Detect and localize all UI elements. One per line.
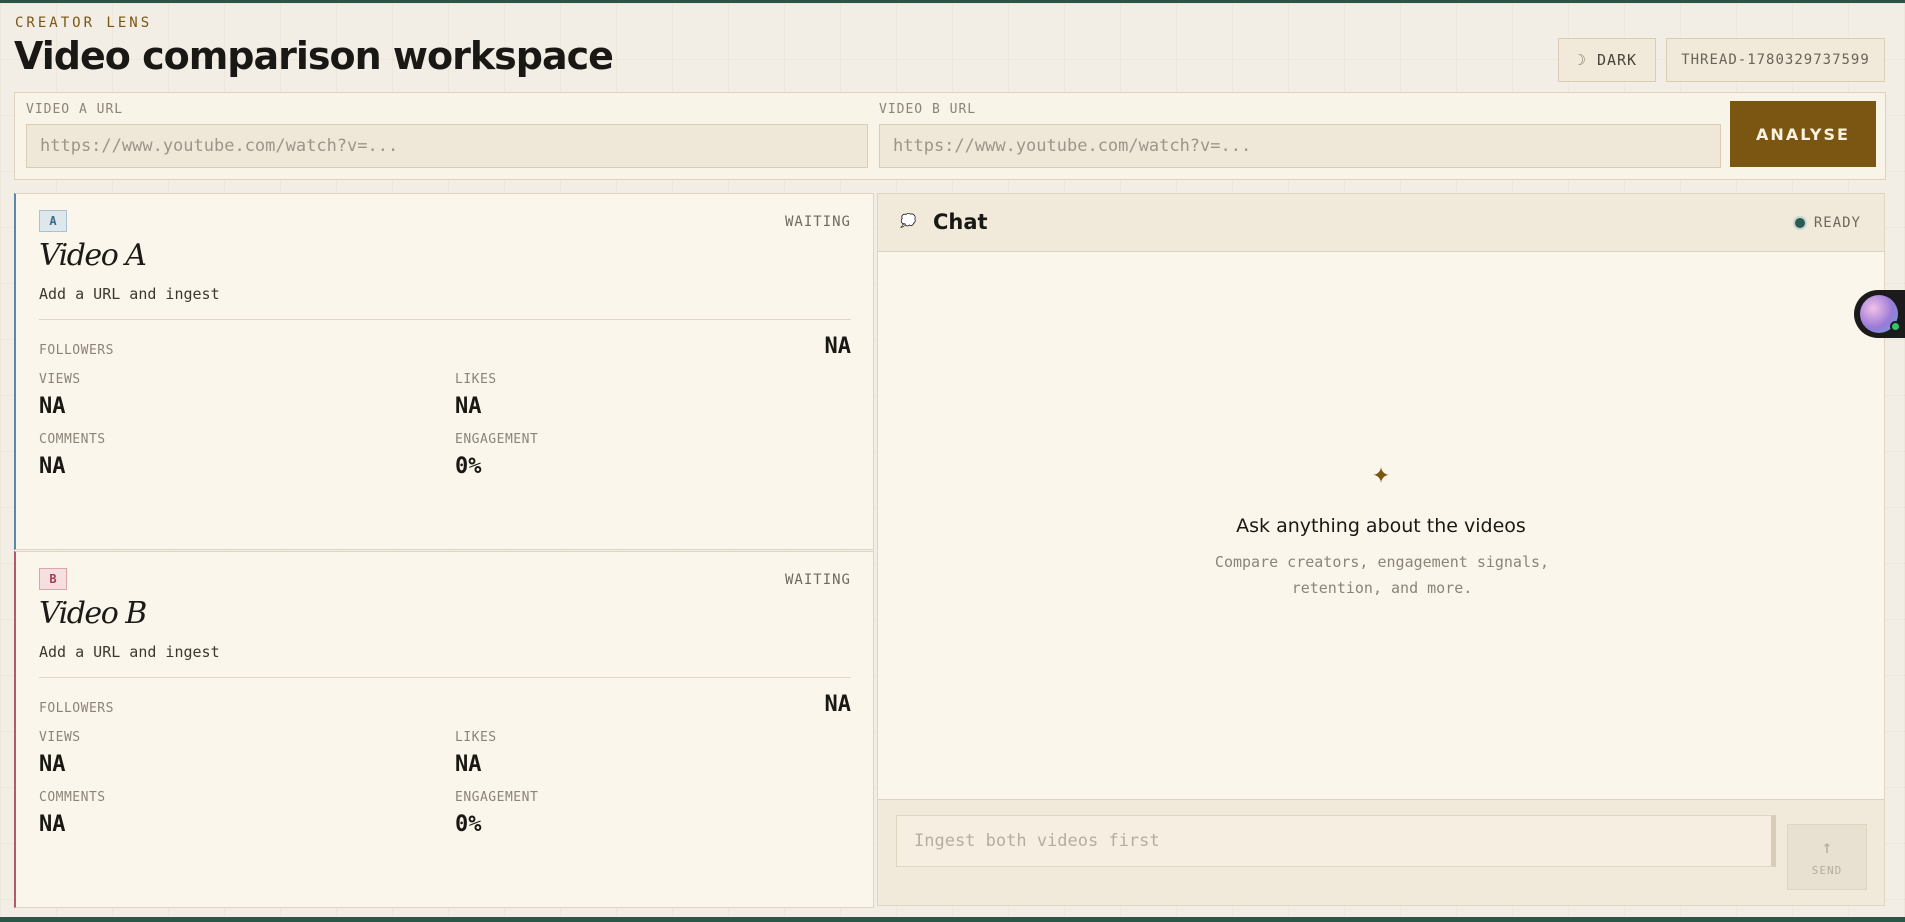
- online-status-dot: [1890, 321, 1901, 332]
- chat-message-input[interactable]: [896, 815, 1776, 867]
- video-a-engagement-value: 0%: [455, 454, 482, 479]
- video-a-subtitle: Add a URL and ingest: [39, 285, 220, 303]
- chat-panel: 💭 Chat READY ✦ Ask anything about the vi…: [877, 193, 1885, 906]
- video-a-likes-value: NA: [455, 394, 482, 419]
- video-a-followers-label: FOLLOWERS: [39, 343, 114, 358]
- sparkle-icon: ✦: [1371, 456, 1391, 491]
- video-a-likes-label: LIKES: [455, 372, 497, 387]
- send-button[interactable]: ↑ SEND: [1787, 824, 1867, 890]
- chat-header: 💭 Chat READY: [878, 194, 1884, 252]
- chat-status: READY: [1813, 215, 1861, 231]
- video-a-views-value: NA: [39, 394, 66, 419]
- video-b-views-label: VIEWS: [39, 730, 81, 745]
- video-b-card: B WAITING Video B Add a URL and ingest F…: [14, 551, 874, 908]
- video-b-followers-value: NA: [824, 692, 852, 717]
- video-a-badge: A: [39, 210, 67, 232]
- dark-mode-toggle[interactable]: ☽ DARK: [1558, 38, 1656, 82]
- video-a-url-input[interactable]: [26, 124, 868, 168]
- video-b-url-input[interactable]: [879, 124, 1721, 168]
- video-b-url-label: VIDEO B URL: [879, 102, 977, 117]
- video-b-status: WAITING: [784, 572, 851, 588]
- app-window: CREATOR LENS Video comparison workspace …: [0, 3, 1905, 917]
- video-a-card: A WAITING Video A Add a URL and ingest F…: [14, 193, 874, 550]
- video-a-status: WAITING: [784, 214, 851, 230]
- video-b-url-group: VIDEO B URL: [879, 102, 1721, 168]
- video-b-views-value: NA: [39, 752, 66, 777]
- video-b-likes-value: NA: [455, 752, 482, 777]
- video-a-url-label: VIDEO A URL: [26, 102, 124, 117]
- video-b-engagement-label: ENGAGEMENT: [455, 790, 539, 805]
- video-a-engagement-label: ENGAGEMENT: [455, 432, 539, 447]
- video-b-engagement-value: 0%: [455, 812, 482, 837]
- chat-bubble-icon: 💭: [900, 214, 917, 229]
- video-b-followers-label: FOLLOWERS: [39, 701, 114, 716]
- assistant-avatar-button[interactable]: [1854, 290, 1905, 338]
- video-a-comments-value: NA: [39, 454, 66, 479]
- video-a-url-group: VIDEO A URL: [26, 102, 868, 168]
- analyse-button[interactable]: ANALYSE: [1730, 101, 1876, 167]
- video-a-title: Video A: [39, 238, 147, 273]
- video-b-title: Video B: [39, 596, 147, 631]
- dark-mode-label: DARK: [1596, 51, 1638, 69]
- arrow-up-icon: ↑: [1821, 836, 1833, 858]
- chat-empty-title: Ask anything about the videos: [1236, 515, 1526, 537]
- video-a-followers-value: NA: [824, 334, 852, 359]
- video-b-subtitle: Add a URL and ingest: [39, 643, 220, 661]
- chat-empty-subtitle: Compare creators, engagement signals, re…: [1214, 553, 1550, 597]
- video-a-divider: [39, 319, 851, 320]
- video-b-likes-label: LIKES: [455, 730, 497, 745]
- moon-icon: ☽: [1576, 51, 1587, 69]
- brand-label: CREATOR LENS: [15, 15, 153, 31]
- chat-footer: ↑ SEND: [878, 799, 1884, 905]
- ready-status-dot: [1795, 218, 1805, 228]
- video-b-comments-label: COMMENTS: [39, 790, 106, 805]
- video-b-comments-value: NA: [39, 812, 66, 837]
- video-b-badge: B: [39, 568, 67, 590]
- video-a-comments-label: COMMENTS: [39, 432, 106, 447]
- video-a-views-label: VIEWS: [39, 372, 81, 387]
- video-b-divider: [39, 677, 851, 678]
- send-label: SEND: [1811, 863, 1843, 877]
- page-title: Video comparison workspace: [14, 34, 614, 78]
- chat-title: Chat: [933, 210, 988, 234]
- thread-id-badge: THREAD-1780329737599: [1666, 38, 1885, 82]
- url-form: VIDEO A URL VIDEO B URL ANALYSE: [14, 92, 1886, 180]
